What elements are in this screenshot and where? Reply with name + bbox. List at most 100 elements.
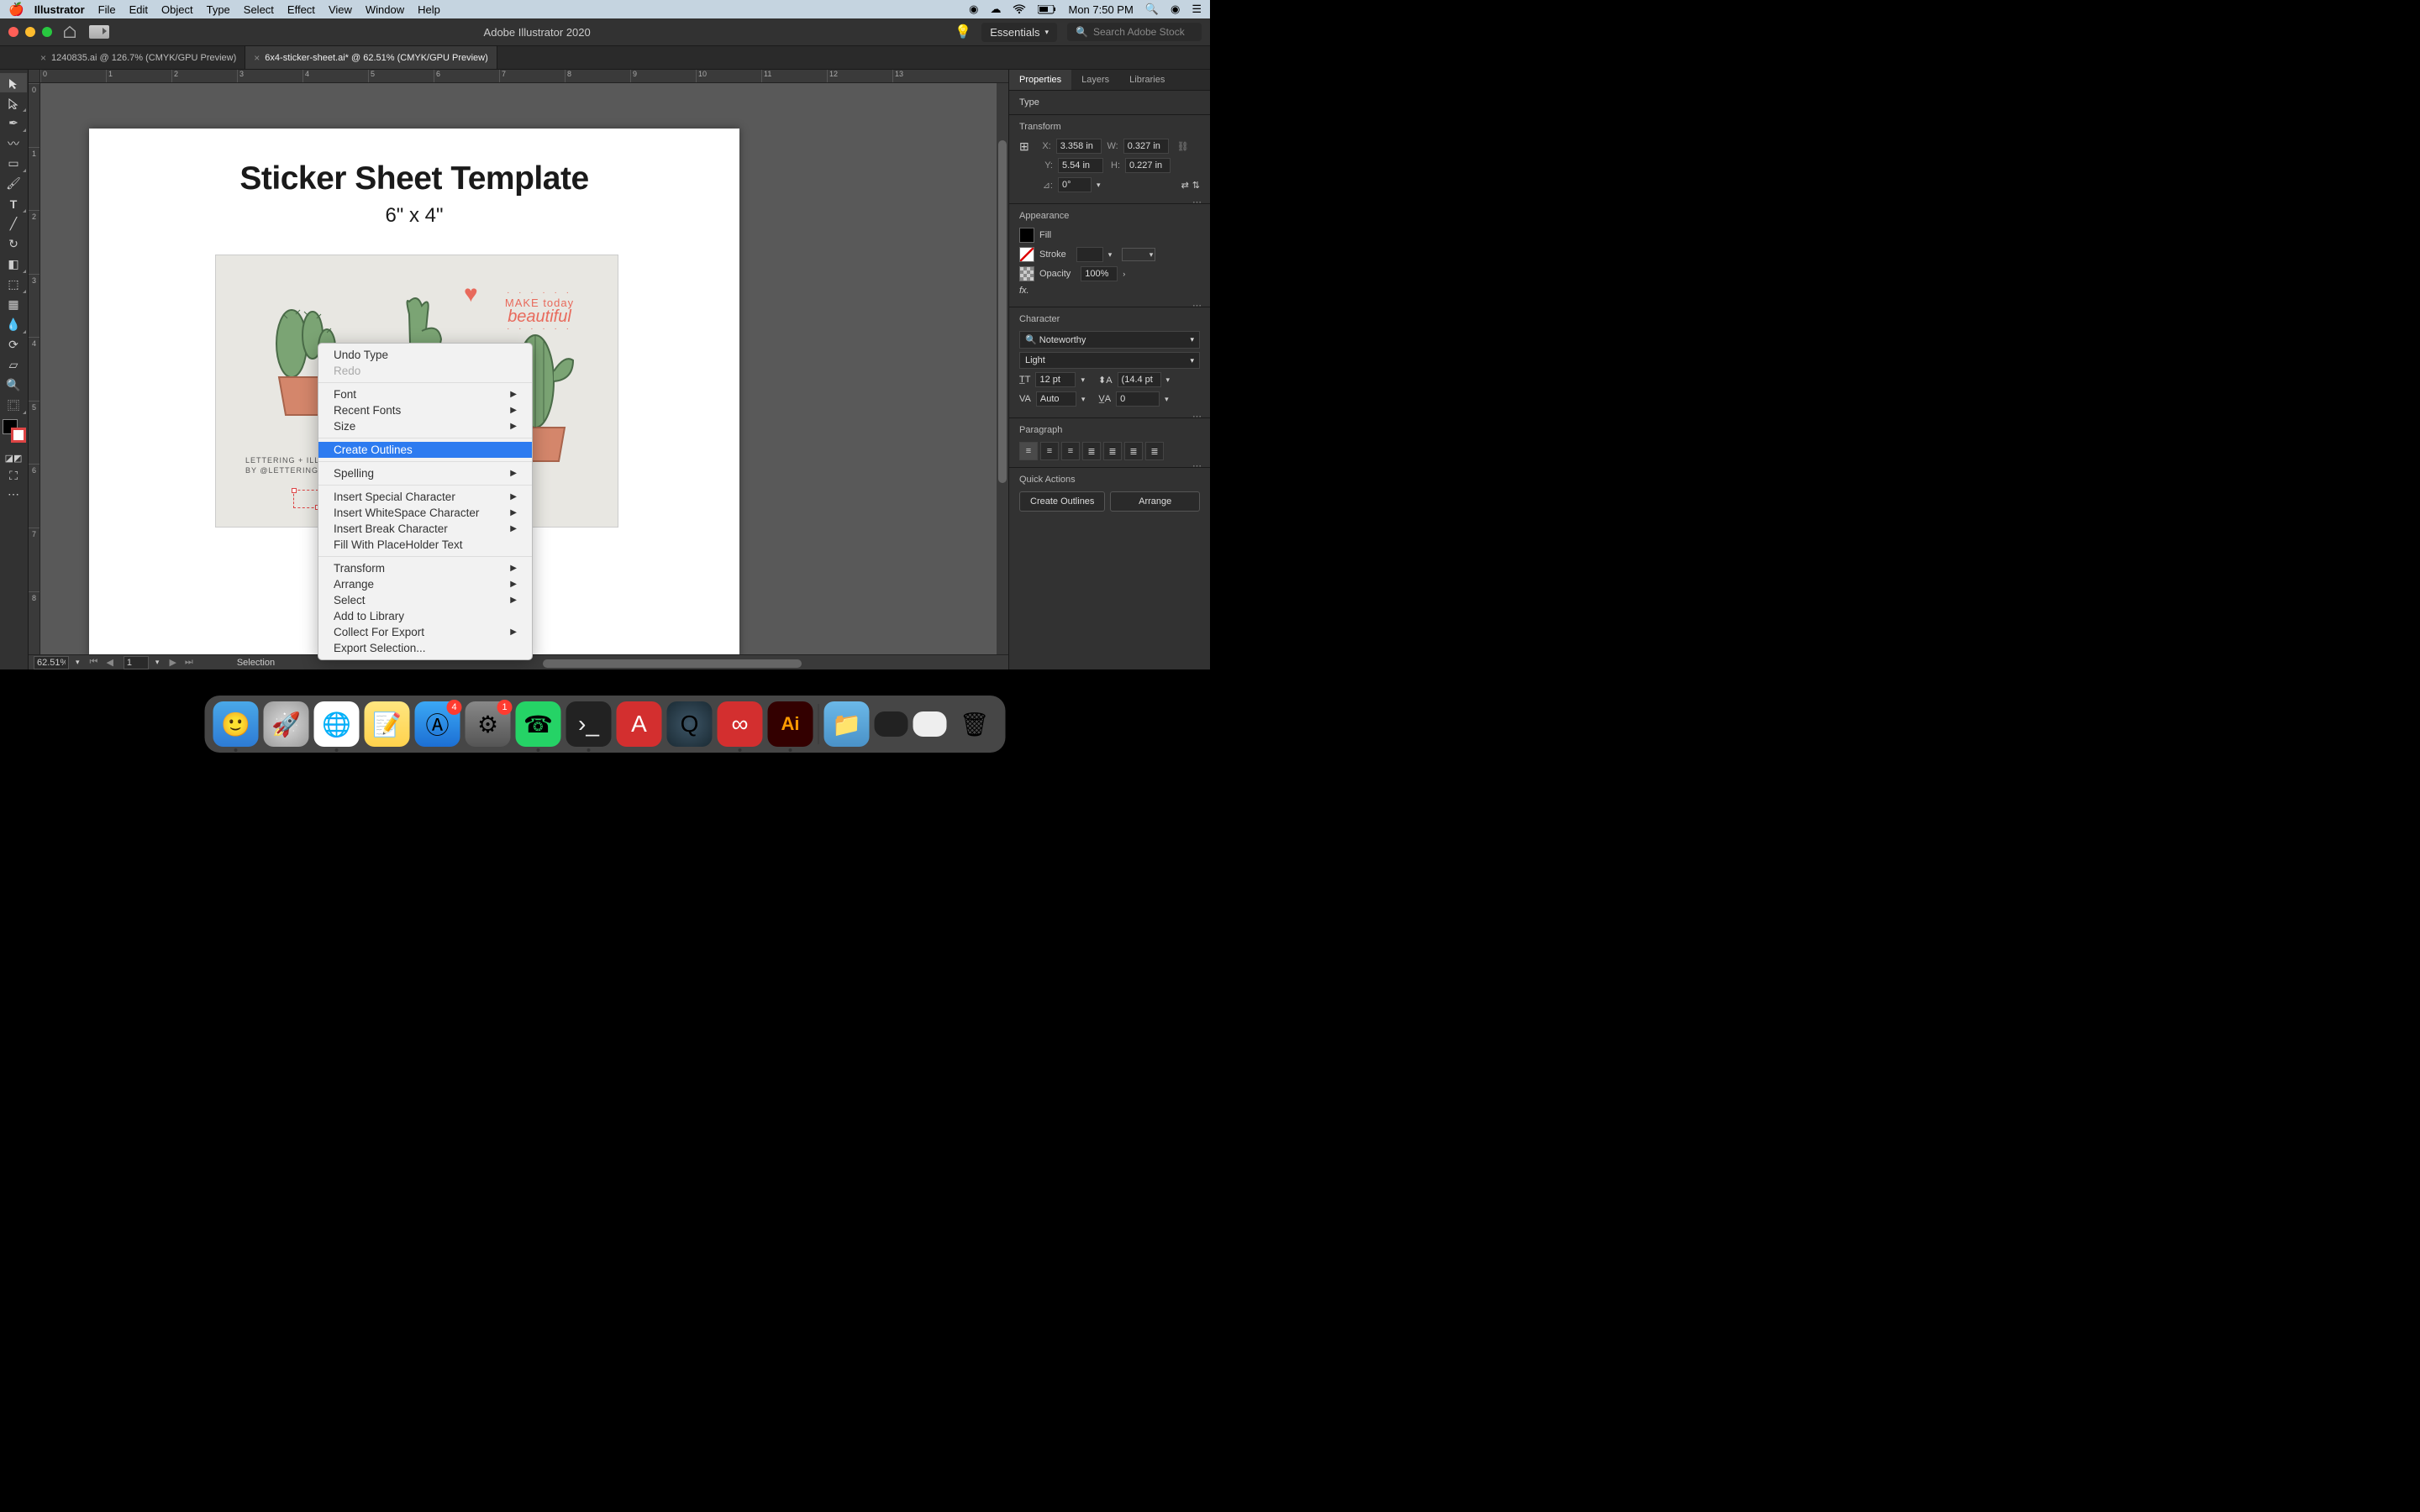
stroke-profile[interactable]: ▾ — [1122, 248, 1155, 261]
rotate-field[interactable] — [1058, 177, 1092, 192]
close-window-button[interactable] — [8, 27, 18, 37]
close-tab-icon[interactable]: × — [40, 52, 46, 64]
search-stock-input[interactable]: 🔍 Search Adobe Stock — [1067, 23, 1202, 41]
dock-recent-2[interactable] — [913, 711, 947, 737]
fx-button[interactable]: fx. — [1019, 286, 1029, 296]
line-tool[interactable]: ╱ — [0, 214, 27, 234]
screen-mode-tool[interactable]: ⿴ — [0, 396, 27, 415]
cm-transform[interactable]: Transform▶ — [318, 560, 532, 576]
cm-spelling[interactable]: Spelling▶ — [318, 465, 532, 481]
close-tab-icon[interactable]: × — [254, 52, 260, 64]
fill-swatch[interactable] — [1019, 228, 1034, 243]
app-menu[interactable]: Illustrator — [34, 3, 85, 16]
flip-h-icon[interactable]: ⇄ — [1181, 180, 1189, 191]
cm-add-library[interactable]: Add to Library — [318, 608, 532, 624]
dock-illustrator[interactable]: Ai — [768, 701, 813, 747]
cm-insert-special[interactable]: Insert Special Character▶ — [318, 489, 532, 505]
eyedropper-tool[interactable]: 💧 — [0, 315, 27, 334]
align-center-button[interactable]: ≡ — [1040, 442, 1059, 460]
arrange-documents-button[interactable] — [89, 25, 109, 39]
cm-arrange[interactable]: Arrange▶ — [318, 576, 532, 592]
justify-left-button[interactable]: ≣ — [1082, 442, 1101, 460]
dock-whatsapp[interactable]: ☎ — [516, 701, 561, 747]
vertical-ruler[interactable]: 012345678 — [29, 83, 40, 654]
cm-export-selection[interactable]: Export Selection... — [318, 640, 532, 656]
cm-fill-placeholder[interactable]: Fill With PlaceHolder Text — [318, 537, 532, 553]
justify-center-button[interactable]: ≣ — [1103, 442, 1122, 460]
clock[interactable]: Mon 7:50 PM — [1068, 3, 1133, 16]
document-tab[interactable]: ×6x4-sticker-sheet.ai* @ 62.51% (CMYK/GP… — [245, 46, 497, 69]
menu-edit[interactable]: Edit — [129, 3, 148, 16]
w-field[interactable] — [1123, 139, 1169, 154]
justify-right-button[interactable]: ≣ — [1124, 442, 1143, 460]
eraser-tool[interactable]: ◧ — [0, 255, 27, 274]
cloud-icon[interactable]: ☁ — [990, 3, 1001, 16]
apple-menu[interactable]: 🍎 — [8, 2, 24, 17]
tips-icon[interactable]: 💡 — [955, 24, 971, 40]
tab-libraries[interactable]: Libraries — [1119, 70, 1175, 90]
font-family-select[interactable]: 🔍 Noteworthy▾ — [1019, 331, 1200, 349]
zoom-field[interactable] — [34, 656, 69, 669]
dock-acrobat[interactable]: A — [617, 701, 662, 747]
shape-builder-tool[interactable]: ⬚ — [0, 275, 27, 294]
menu-file[interactable]: File — [98, 3, 116, 16]
rotate-tool[interactable]: ↻ — [0, 234, 27, 254]
pen-tool[interactable]: ✒ — [0, 113, 27, 133]
curvature-tool[interactable]: 〰 — [0, 134, 27, 153]
dock-finder[interactable]: 🙂 — [213, 701, 259, 747]
cm-undo[interactable]: Undo Type — [318, 347, 532, 363]
fill-stroke-swatches[interactable] — [0, 419, 28, 449]
cm-size[interactable]: Size▶ — [318, 418, 532, 434]
dock-terminal[interactable]: ›_ — [566, 701, 612, 747]
arrange-button[interactable]: Arrange — [1110, 491, 1200, 512]
workspace-switcher[interactable]: Essentials▾ — [981, 23, 1057, 42]
rectangle-tool[interactable]: ▭ — [0, 154, 27, 173]
cm-select[interactable]: Select▶ — [318, 592, 532, 608]
battery-icon[interactable] — [1038, 5, 1056, 14]
horizontal-ruler[interactable]: 012345678910111213 — [40, 70, 1008, 83]
stroke-weight[interactable] — [1076, 247, 1103, 262]
reference-point-icon[interactable]: ⊞ — [1019, 139, 1029, 154]
artboard-tool[interactable]: ▱ — [0, 355, 27, 375]
direct-selection-tool[interactable] — [0, 93, 27, 113]
justify-all-button[interactable]: ≣ — [1145, 442, 1164, 460]
wifi-icon[interactable] — [1013, 4, 1026, 14]
artboard-nav[interactable]: ▶⏭ — [166, 657, 196, 668]
ruler-origin[interactable] — [29, 70, 40, 83]
dock-chrome[interactable]: 🌐 — [314, 701, 360, 747]
dock-downloads[interactable]: 📁 — [824, 701, 870, 747]
maximize-window-button[interactable] — [42, 27, 52, 37]
opacity-field[interactable] — [1081, 266, 1118, 281]
type-tool[interactable]: T — [0, 194, 27, 213]
cm-create-outlines[interactable]: Create Outlines — [318, 442, 532, 458]
menu-window[interactable]: Window — [366, 3, 404, 16]
stroke-color[interactable] — [11, 428, 26, 443]
menu-type[interactable]: Type — [207, 3, 230, 16]
y-field[interactable] — [1058, 158, 1103, 173]
align-left-button[interactable]: ≡ — [1019, 442, 1038, 460]
cm-recent-fonts[interactable]: Recent Fonts▶ — [318, 402, 532, 418]
stroke-swatch[interactable] — [1019, 247, 1034, 262]
menu-effect[interactable]: Effect — [287, 3, 315, 16]
cm-collect-export[interactable]: Collect For Export▶ — [318, 624, 532, 640]
dock-recent-1[interactable] — [875, 711, 908, 737]
gradient-tool[interactable]: ▦ — [0, 295, 27, 314]
blend-tool[interactable]: ⟳ — [0, 335, 27, 354]
font-style-select[interactable]: Light▾ — [1019, 352, 1200, 369]
screen-mode[interactable]: ⛶ — [0, 466, 27, 486]
dock-quicktime[interactable]: Q — [667, 701, 713, 747]
vertical-scrollbar[interactable] — [997, 83, 1008, 654]
minimize-window-button[interactable] — [25, 27, 35, 37]
cm-font[interactable]: Font▶ — [318, 386, 532, 402]
kerning-field[interactable] — [1036, 391, 1076, 407]
align-right-button[interactable]: ≡ — [1061, 442, 1080, 460]
dock-notes[interactable]: 📝 — [365, 701, 410, 747]
create-outlines-button[interactable]: Create Outlines — [1019, 491, 1105, 512]
spotlight-icon[interactable]: 🔍 — [1145, 3, 1159, 16]
cc-icon[interactable]: ◉ — [969, 3, 978, 16]
dock-settings[interactable]: ⚙1 — [466, 701, 511, 747]
dock-launchpad[interactable]: 🚀 — [264, 701, 309, 747]
leading-field[interactable] — [1118, 372, 1161, 387]
edit-toolbar[interactable]: ⋯ — [0, 486, 27, 501]
flip-v-icon[interactable]: ⇅ — [1192, 180, 1200, 191]
